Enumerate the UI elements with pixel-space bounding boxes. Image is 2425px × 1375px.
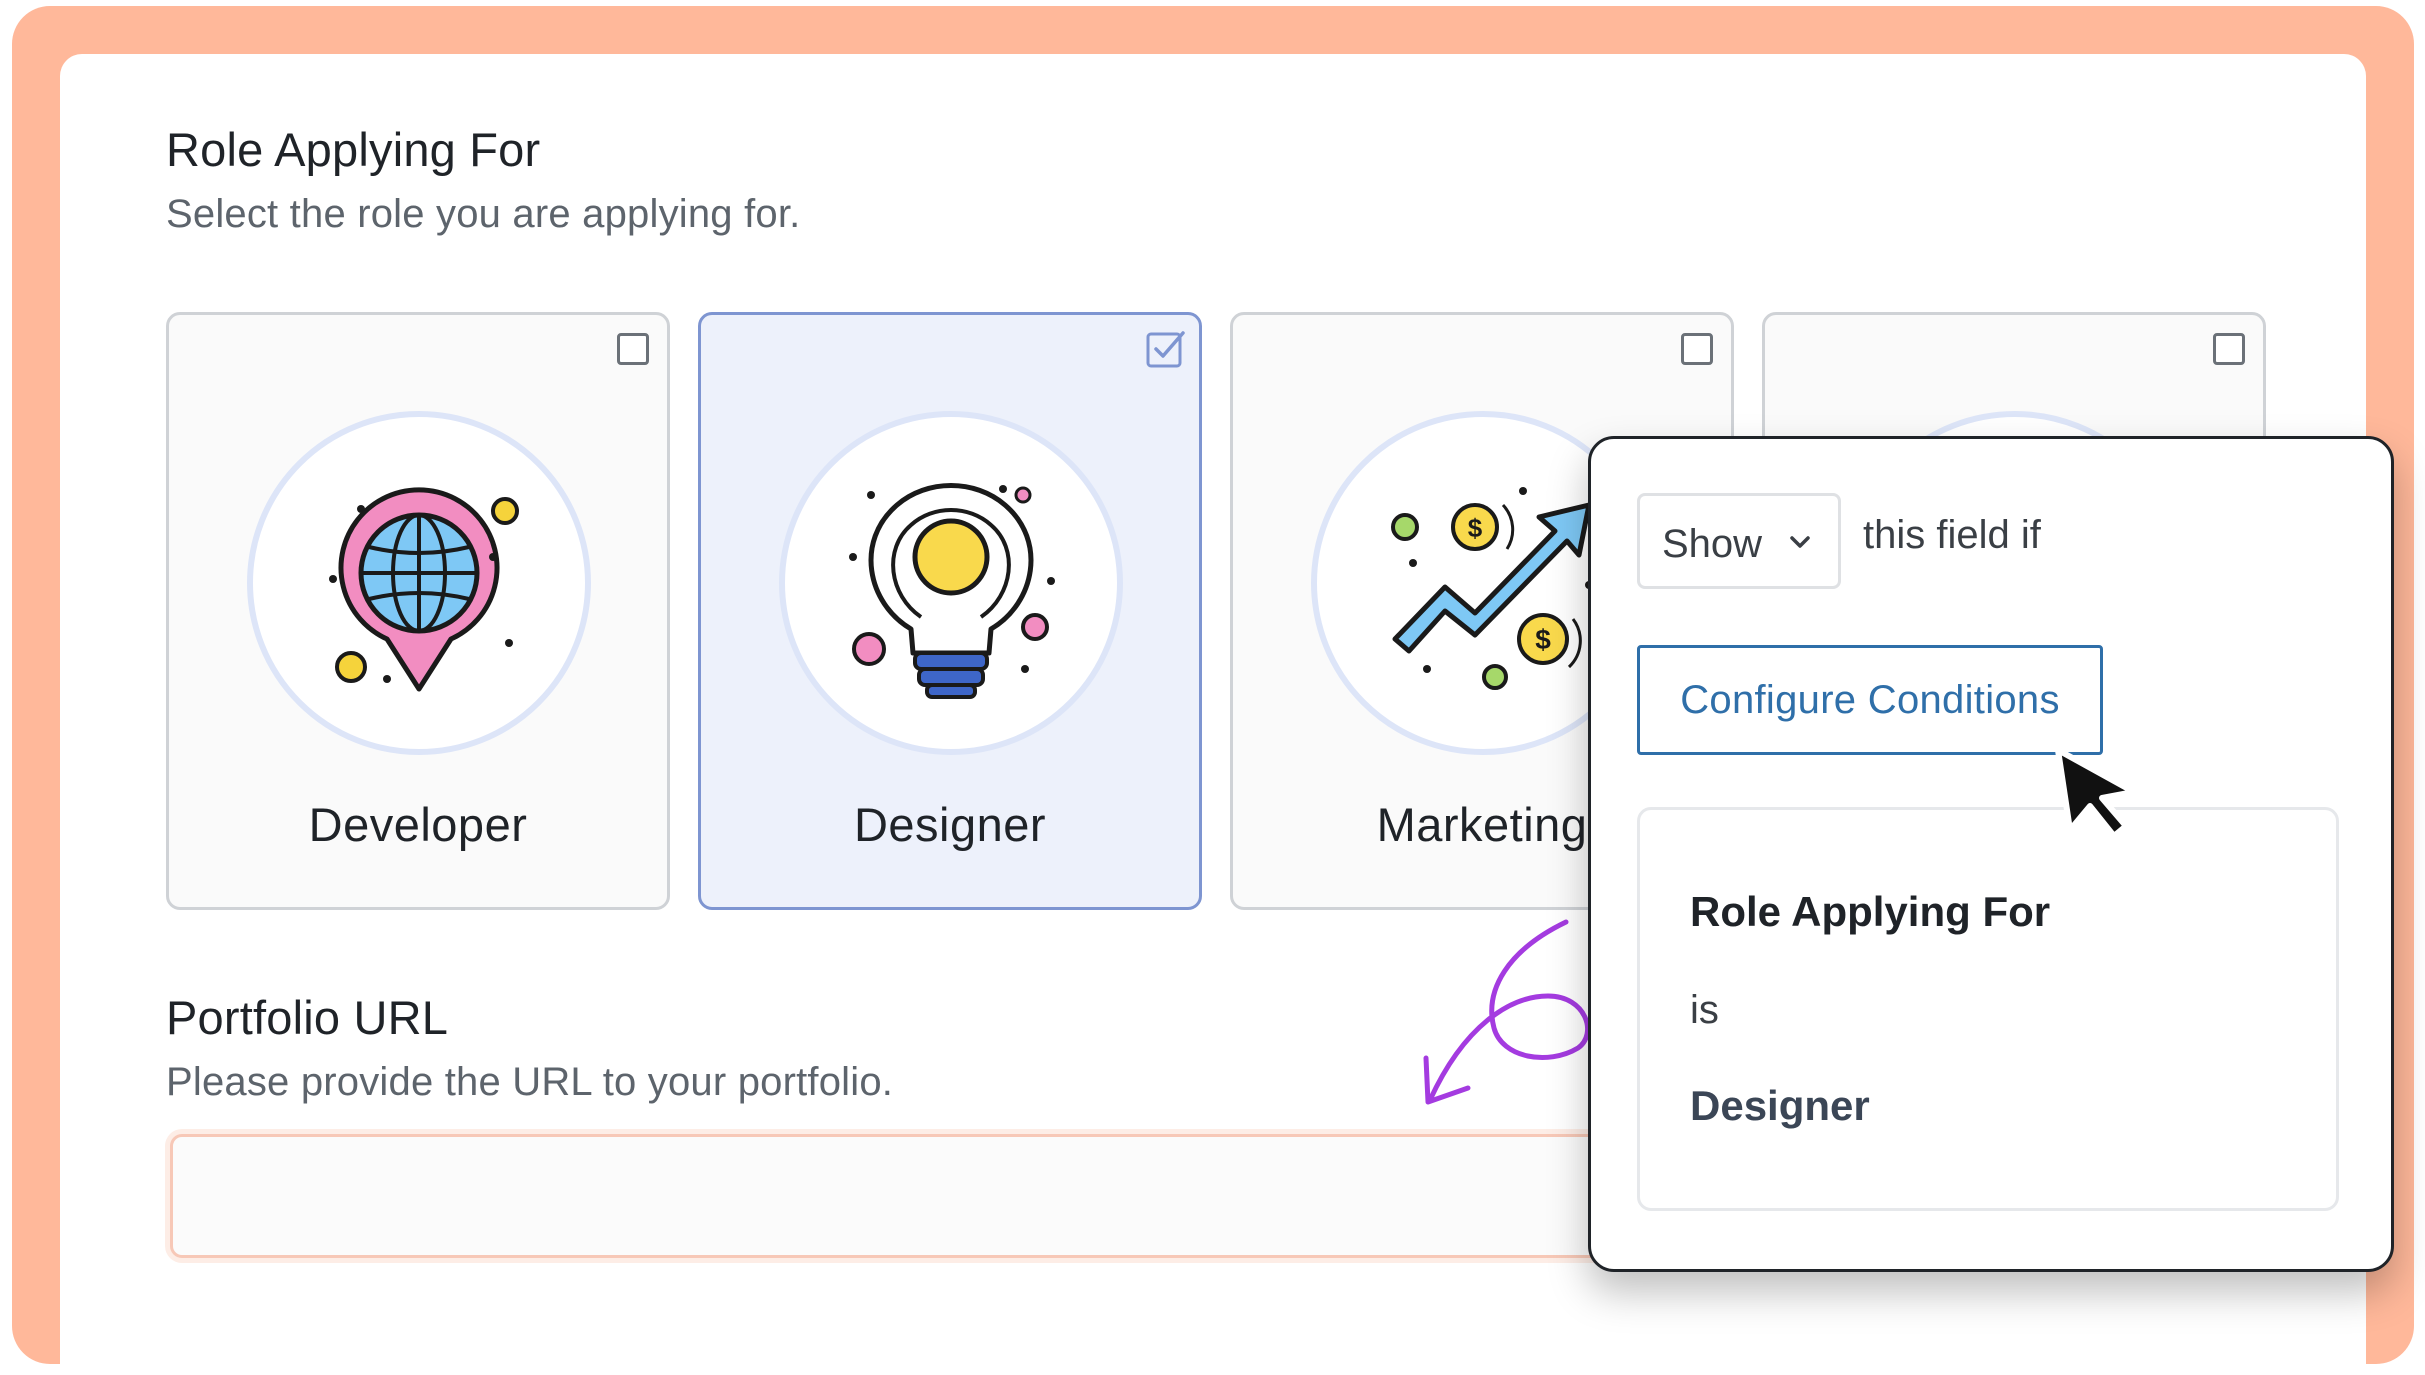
- conditional-logic-popup: Show this field if Configure Conditions …: [1588, 436, 2394, 1272]
- show-hide-select-value: Show: [1662, 522, 1763, 566]
- role-field-description: Select the role you are applying for.: [166, 192, 801, 236]
- condition-field: Role Applying For: [1690, 888, 2051, 935]
- condition-value: Designer: [1690, 1082, 1870, 1129]
- svg-text:$: $: [1535, 624, 1551, 655]
- globe-location-pin-icon: [329, 487, 519, 692]
- role-checkbox-4[interactable]: [2213, 333, 2245, 365]
- role-checkbox-designer[interactable]: [1143, 327, 1187, 371]
- portfolio-field-description: Please provide the URL to your portfolio…: [166, 1060, 894, 1104]
- portfolio-url-input[interactable]: [170, 1134, 1760, 1258]
- role-option-label: Developer: [308, 798, 528, 851]
- role-checkbox-developer[interactable]: [617, 333, 649, 365]
- portfolio-field-title: Portfolio URL: [166, 991, 449, 1044]
- configure-conditions-button[interactable]: Configure Conditions: [1637, 645, 2103, 755]
- chevron-down-icon: [1790, 536, 1810, 548]
- role-checkbox-marketing[interactable]: [1681, 333, 1713, 365]
- mouse-cursor-icon: [2055, 747, 2137, 839]
- condition-summary: Role Applying For is Designer: [1637, 807, 2339, 1211]
- role-option-label: Designer: [853, 798, 1047, 851]
- lightbulb-icon: [849, 483, 1055, 699]
- role-field-title: Role Applying For: [166, 123, 541, 176]
- role-option-designer[interactable]: Designer: [698, 312, 1202, 910]
- show-hide-select[interactable]: Show: [1637, 493, 1841, 589]
- checkbox-checked-icon: [1146, 331, 1185, 368]
- svg-text:$: $: [1468, 513, 1483, 543]
- role-icon-circle: [779, 411, 1123, 755]
- condition-operator: is: [1690, 988, 1719, 1032]
- condition-suffix-text: this field if: [1863, 513, 2041, 557]
- role-option-developer[interactable]: Developer: [166, 312, 670, 910]
- role-icon-circle: [247, 411, 591, 755]
